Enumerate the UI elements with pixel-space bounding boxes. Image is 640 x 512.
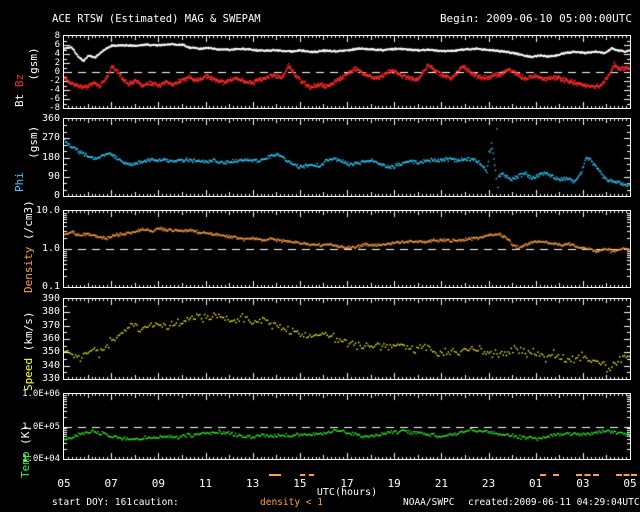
axis-label-part: Bt: [13, 87, 26, 107]
axis-label-part: (km/s): [22, 311, 35, 358]
panel-density: [63, 210, 631, 288]
created-timestamp: created:2009-06-11 04:29:04UTC: [468, 497, 640, 508]
ytick-speed-390: 390: [41, 293, 60, 304]
x-tick-label-2: 09: [151, 477, 165, 490]
x-tick-label-1: 07: [104, 477, 118, 490]
caution-marker-3: [575, 474, 600, 476]
ace-rtsw-plot: ACE RTSW (Estimated) MAG & SWEPAM Begin:…: [0, 0, 640, 512]
axis-label-temp: Temp (K): [19, 425, 33, 478]
x-tick-label-9: 23: [481, 477, 496, 490]
x-tick-label-4: 13: [246, 477, 260, 490]
caution-label: caution:: [133, 497, 179, 508]
ytick-phi-360: 360: [41, 113, 60, 124]
credit-noaa-swpc: NOAA/SWPC: [403, 497, 455, 508]
begin-timestamp: Begin: 2009-06-10 05:00:00UTC: [439, 12, 632, 25]
axis-label-part: Temp: [19, 451, 32, 479]
start-doy-label: start DOY: 161: [52, 497, 133, 508]
axis-label-part: Bz: [13, 73, 26, 88]
caution-marker-0: [269, 474, 281, 476]
caution-marker-4: [615, 474, 638, 476]
x-tick-label-8: 21: [434, 477, 448, 490]
x-tick-label-11: 03: [576, 477, 590, 490]
panel-density-canvas: [64, 211, 630, 287]
axis-label-density: Density (/cm3): [22, 200, 36, 293]
panel-temp-canvas: [64, 394, 630, 459]
panel-bt-bz-canvas: [64, 36, 630, 108]
axis-label-part: Speed: [22, 357, 35, 391]
caution-marker-2: [540, 474, 560, 476]
axis-label-speed: Speed (km/s): [22, 312, 36, 391]
panel-speed-canvas: [64, 299, 630, 379]
axis-label-part: Density: [22, 246, 35, 293]
ytick-temp-1.0E+06: 1.0E+06: [22, 389, 60, 399]
axis-label-part: (K): [19, 425, 32, 452]
x-tick-label-12: 05: [623, 477, 637, 490]
axis-label-part: (gsm): [27, 47, 40, 107]
panel-temp: [63, 393, 631, 460]
panel-bt-bz: [63, 35, 631, 109]
axis-label-part: Phi: [13, 172, 26, 192]
x-tick-label-0: 05: [57, 477, 71, 490]
x-tick-label-3: 11: [198, 477, 213, 490]
plot-title: ACE RTSW (Estimated) MAG & SWEPAM: [52, 13, 261, 25]
panel-speed: [63, 298, 631, 380]
caution-density-value: density < 1: [260, 497, 323, 508]
axis-label-phi: Phi (gsm): [13, 126, 41, 192]
caution-marker-1: [299, 474, 314, 476]
axis-label-part: (/cm3): [22, 200, 35, 247]
panel-phi-canvas: [64, 119, 630, 196]
axis-label-bt-bz: Bt Bz (gsm): [13, 47, 41, 107]
panel-phi: [63, 118, 631, 197]
x-tick-label-10: 01: [529, 477, 543, 490]
axis-label-part: (gsm): [27, 125, 40, 192]
